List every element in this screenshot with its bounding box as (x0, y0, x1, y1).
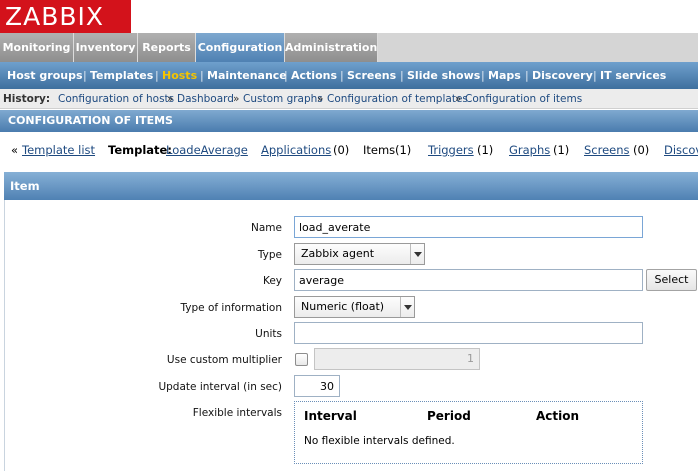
main-menu: Monitoring Inventory Reports Configurati… (0, 33, 698, 62)
tab-configuration[interactable]: Configuration (196, 33, 285, 62)
submenu-maintenance[interactable]: Maintenance (207, 62, 287, 89)
flexible-intervals-label: Flexible intervals (192, 407, 282, 419)
submenu-slide-shows[interactable]: Slide shows (407, 62, 480, 89)
applications-link[interactable]: Applications (261, 138, 331, 162)
page-title: CONFIGURATION OF ITEMS (0, 110, 698, 132)
tab-reports[interactable]: Reports (138, 33, 196, 62)
name-input[interactable] (294, 216, 643, 238)
item-form: Name Type Zabbix agent Key Select Type o… (4, 200, 698, 471)
submenu-separator: | (525, 69, 529, 82)
tab-inventory[interactable]: Inventory (74, 33, 138, 62)
template-navigation: « Template list Template: LoadeAverage A… (4, 138, 698, 162)
logo-text: ZABBIX (5, 2, 105, 31)
type-of-information-label: Type of information (180, 302, 282, 314)
submenu-separator: | (400, 69, 404, 82)
triggers-link[interactable]: Triggers (428, 138, 474, 162)
triggers-count: (1) (477, 143, 494, 157)
submenu-maps[interactable]: Maps (488, 62, 521, 89)
zabbix-logo[interactable]: ZABBIX (0, 0, 131, 33)
type-select-value: Zabbix agent (301, 247, 375, 260)
tab-administration[interactable]: Administration (285, 33, 378, 62)
submenu-host-groups[interactable]: Host groups (7, 62, 83, 89)
select-key-button[interactable]: Select (646, 269, 697, 291)
template-name-link[interactable]: LoadeAverage (166, 138, 248, 162)
chevron-down-icon (410, 244, 424, 264)
crumb-separator: » (233, 93, 240, 105)
tab-monitoring[interactable]: Monitoring (0, 33, 74, 62)
applications-count: (0) (333, 143, 350, 157)
submenu-separator: | (593, 69, 597, 82)
form-header: Item (4, 172, 698, 200)
key-input[interactable] (294, 269, 643, 291)
breadcrumb: History: Configuration of hosts » Dashbo… (0, 89, 698, 109)
update-interval-input[interactable] (294, 375, 340, 397)
type-select[interactable]: Zabbix agent (294, 243, 425, 265)
submenu-separator: | (200, 69, 204, 82)
submenu-discovery[interactable]: Discovery (532, 62, 593, 89)
chevron-down-icon (400, 297, 414, 317)
submenu-templates[interactable]: Templates (90, 62, 153, 89)
action-column-header: Action (536, 409, 580, 423)
items-count: (1) (395, 143, 412, 157)
submenu-hosts[interactable]: Hosts (162, 62, 197, 89)
flexible-intervals-table: Interval Period Action No flexible inter… (294, 401, 643, 464)
submenu-actions[interactable]: Actions (291, 62, 337, 89)
crumb-configuration-of-hosts[interactable]: Configuration of hosts (58, 89, 174, 109)
crumb-separator: » (167, 93, 174, 105)
custom-multiplier-checkbox[interactable] (295, 353, 308, 366)
crumb-configuration-of-items[interactable]: Configuration of items (465, 89, 582, 109)
submenu-separator: | (481, 69, 485, 82)
key-label: Key (262, 275, 282, 287)
multiplier-input: 1 (314, 348, 480, 370)
sub-menu: Host groups | Templates | Hosts | Mainte… (0, 62, 698, 89)
crumb-separator: » (317, 93, 324, 105)
items-label: Items (363, 143, 396, 157)
submenu-separator: | (83, 69, 87, 82)
interval-column-header: Interval (304, 409, 357, 423)
submenu-separator: | (284, 69, 288, 82)
history-label: History: (3, 93, 51, 105)
name-label: Name (251, 222, 282, 234)
submenu-separator: | (340, 69, 344, 82)
period-column-header: Period (427, 409, 471, 423)
crumb-dashboard[interactable]: Dashboard (177, 89, 234, 109)
units-label: Units (255, 328, 282, 340)
screens-link[interactable]: Screens (584, 138, 630, 162)
crumb-custom-graphs[interactable]: Custom graphs (243, 89, 323, 109)
crumb-separator: » (455, 93, 462, 105)
submenu-separator: | (155, 69, 159, 82)
template-list-link[interactable]: Template list (22, 138, 95, 162)
graphs-link[interactable]: Graphs (509, 138, 550, 162)
type-label: Type (257, 249, 282, 261)
flexible-intervals-empty-message: No flexible intervals defined. (304, 435, 455, 447)
submenu-screens[interactable]: Screens (347, 62, 396, 89)
discovery-link[interactable]: Discovery (664, 138, 698, 162)
back-prefix: « (11, 143, 19, 157)
crumb-configuration-of-templates[interactable]: Configuration of templates (327, 89, 468, 109)
custom-multiplier-label: Use custom multiplier (166, 354, 282, 366)
units-input[interactable] (294, 322, 643, 344)
update-interval-label: Update interval (in sec) (158, 381, 282, 393)
submenu-it-services[interactable]: IT services (600, 62, 666, 89)
type-of-information-select[interactable]: Numeric (float) (294, 296, 415, 318)
graphs-count: (1) (553, 143, 570, 157)
template-label: Template: (108, 143, 172, 157)
type-of-information-value: Numeric (float) (301, 300, 385, 313)
screens-count: (0) (633, 143, 650, 157)
